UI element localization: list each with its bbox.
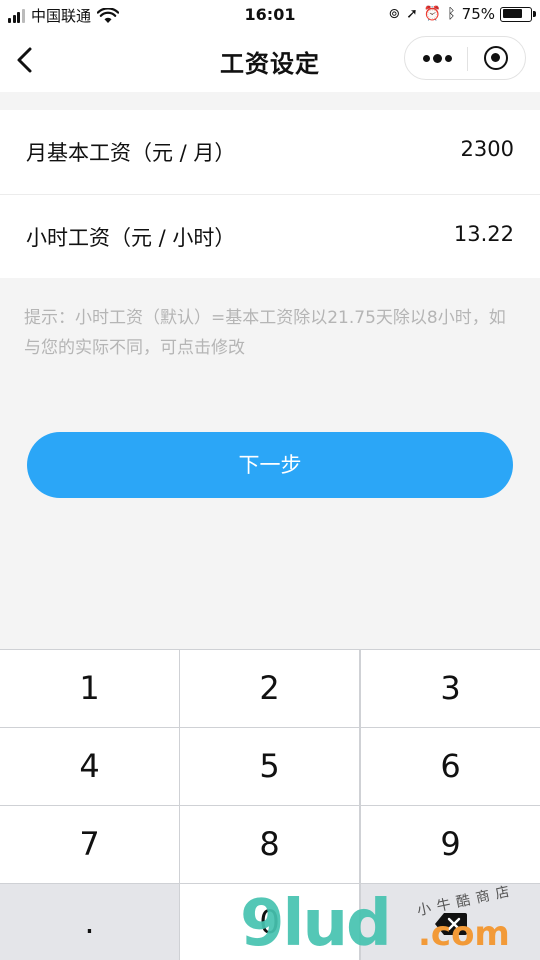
rotation-lock-icon: ⊚ bbox=[388, 6, 401, 22]
key-1[interactable]: 1 bbox=[0, 650, 179, 727]
hourly-wage-row[interactable]: 小时工资（元 / 小时） 13.22 bbox=[0, 194, 540, 278]
hourly-wage-input[interactable]: 13.22 bbox=[454, 222, 514, 246]
salary-form: 月基本工资（元 / 月） 2300 小时工资（元 / 小时） 13.22 bbox=[0, 110, 540, 278]
monthly-salary-label: 月基本工资（元 / 月） bbox=[26, 141, 236, 165]
more-dots-icon bbox=[423, 54, 455, 63]
key-delete[interactable] bbox=[361, 884, 540, 960]
monthly-salary-row[interactable]: 月基本工资（元 / 月） 2300 bbox=[0, 110, 540, 194]
key-dot[interactable]: . bbox=[0, 884, 179, 960]
key-8[interactable]: 8 bbox=[180, 806, 359, 883]
key-4[interactable]: 4 bbox=[0, 728, 179, 805]
key-2[interactable]: 2 bbox=[180, 650, 359, 727]
key-6[interactable]: 6 bbox=[361, 728, 540, 805]
close-target-icon bbox=[484, 46, 508, 70]
numeric-keypad: 1 2 3 4 5 6 7 8 9 . 0 bbox=[0, 649, 540, 960]
key-9[interactable]: 9 bbox=[361, 806, 540, 883]
monthly-salary-input[interactable]: 2300 bbox=[461, 137, 514, 161]
screen: 中国联通 16:01 ⊚ ➚ ⏰ ᛒ 75% 工资设定 月基本工资（元 / 月）… bbox=[0, 0, 540, 960]
hourly-wage-label: 小时工资（元 / 小时） bbox=[26, 226, 236, 250]
location-icon: ➚ bbox=[406, 6, 418, 22]
battery-percent: 75% bbox=[461, 5, 495, 23]
miniprogram-capsule bbox=[404, 36, 526, 80]
bluetooth-icon: ᛒ bbox=[447, 6, 456, 22]
hint-text: 提示：小时工资（默认）=基本工资除以21.75天除以8小时，如与您的实际不同，可… bbox=[24, 308, 506, 358]
backspace-icon bbox=[434, 913, 467, 935]
next-step-button[interactable]: 下一步 bbox=[27, 432, 513, 498]
status-right: ⊚ ➚ ⏰ ᛒ 75% bbox=[382, 5, 536, 23]
key-0[interactable]: 0 bbox=[180, 884, 359, 960]
more-button[interactable] bbox=[405, 37, 467, 79]
nav-bar: 工资设定 bbox=[0, 30, 540, 92]
alarm-icon: ⏰ bbox=[423, 6, 442, 22]
close-button[interactable] bbox=[468, 37, 526, 79]
key-3[interactable]: 3 bbox=[361, 650, 540, 727]
key-7[interactable]: 7 bbox=[0, 806, 179, 883]
key-5[interactable]: 5 bbox=[180, 728, 359, 805]
battery-icon bbox=[500, 6, 536, 22]
battery-fill bbox=[502, 9, 522, 18]
status-bar: 中国联通 16:01 ⊚ ➚ ⏰ ᛒ 75% bbox=[0, 0, 540, 30]
